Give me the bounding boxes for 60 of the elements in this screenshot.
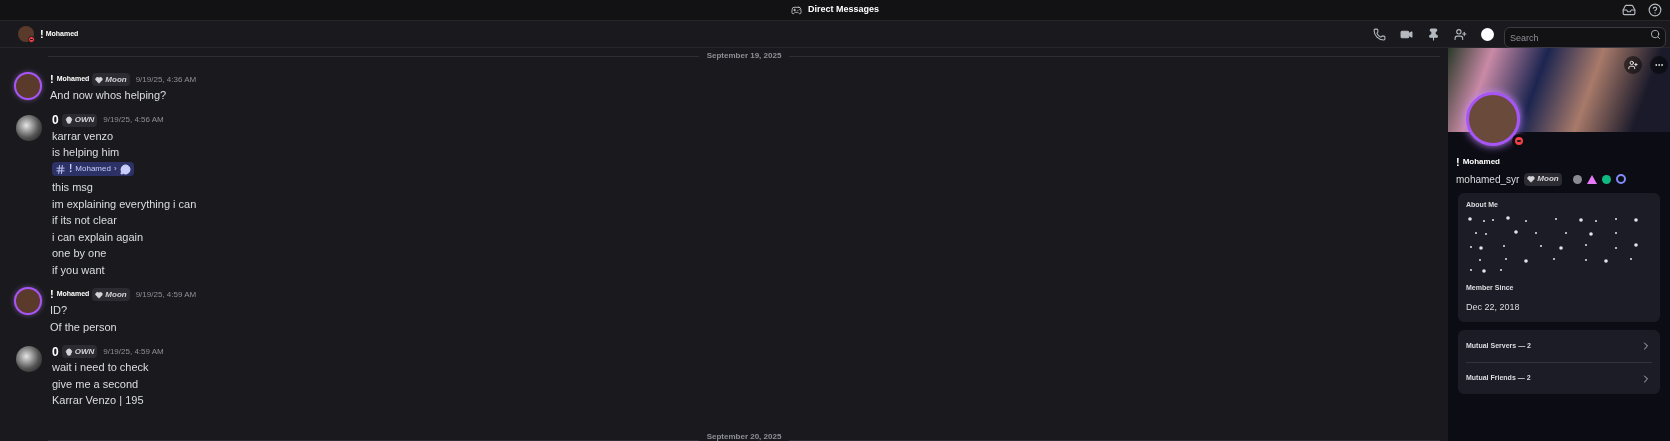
speech-bubble-icon: [119, 163, 131, 175]
message-text: one by one: [52, 246, 108, 261]
username[interactable]: 0: [52, 111, 59, 129]
message-text: karrar venzo: [52, 128, 115, 144]
message-text: Of the person: [50, 319, 118, 335]
timestamp: 9/19/25, 4:59 AM: [135, 288, 197, 301]
display-name: Mohamed: [1462, 156, 1500, 169]
profile-icon[interactable]: [1481, 27, 1494, 41]
badge-icon: [1601, 174, 1611, 184]
timestamp: 9/19/25, 4:56 AM: [103, 114, 164, 126]
avatar[interactable]: [16, 346, 42, 372]
message-text: And now whos helping?: [50, 88, 168, 103]
heart-icon: [95, 75, 104, 84]
member-since-date: Dec 22, 2018: [1466, 300, 1521, 314]
tag-badge: Moon: [92, 288, 130, 301]
tag-badge: Moon: [1524, 172, 1562, 186]
badge-icon: [1572, 174, 1582, 184]
skull-icon: [64, 347, 73, 356]
heart-icon: [1527, 175, 1536, 183]
message-text: give me a second: [52, 376, 140, 392]
message-text: is helping him: [52, 145, 121, 160]
message-text: im explaining everything i can: [52, 196, 197, 212]
message-text: wait i need to check: [52, 360, 150, 375]
help-icon[interactable]: [1648, 3, 1662, 17]
message-text: this msg: [52, 180, 94, 195]
search-icon: [1650, 28, 1661, 40]
add-friend-icon[interactable]: [1624, 56, 1642, 74]
date-divider: September 20, 2025: [706, 433, 782, 441]
message-text: Karrar Venzo | 195: [52, 393, 145, 408]
name-mark: !: [50, 287, 54, 303]
name-mark: !: [40, 26, 44, 42]
tag-badge: OWN: [61, 113, 98, 127]
pin-icon[interactable]: [1427, 27, 1440, 41]
skull-icon: [64, 116, 73, 124]
logo-icon: [790, 4, 802, 16]
inbox-icon[interactable]: [1622, 3, 1636, 17]
name-mark: !: [1456, 155, 1460, 170]
hash-icon: [55, 163, 66, 175]
message-text: ID?: [50, 303, 69, 318]
more-icon[interactable]: [1650, 56, 1668, 74]
username[interactable]: 0: [52, 342, 59, 361]
tag-badge: Moon: [92, 73, 130, 86]
timestamp: 9/19/25, 4:59 AM: [103, 345, 164, 358]
search-field[interactable]: Search: [1504, 27, 1666, 48]
timestamp: 9/19/25, 4:36 AM: [135, 73, 197, 86]
username: mohamed_syr: [1456, 172, 1520, 187]
avatar[interactable]: [18, 26, 34, 42]
avatar[interactable]: [16, 114, 42, 141]
message-text: i can explain again: [52, 229, 145, 245]
phone-icon[interactable]: [1373, 27, 1386, 41]
window-title: Direct Messages: [807, 3, 879, 17]
channel-link[interactable]: ! Mohamed ›: [52, 162, 134, 176]
message-text: if you want: [52, 262, 106, 278]
message-text: if its not clear: [52, 213, 118, 228]
add-user-icon[interactable]: [1454, 27, 1467, 41]
heart-icon: [95, 290, 104, 299]
badge-icon: [1615, 174, 1626, 184]
name-mark: !: [50, 72, 54, 88]
date-divider: September 19, 2025: [706, 52, 782, 60]
tag-badge: OWN: [61, 345, 98, 358]
